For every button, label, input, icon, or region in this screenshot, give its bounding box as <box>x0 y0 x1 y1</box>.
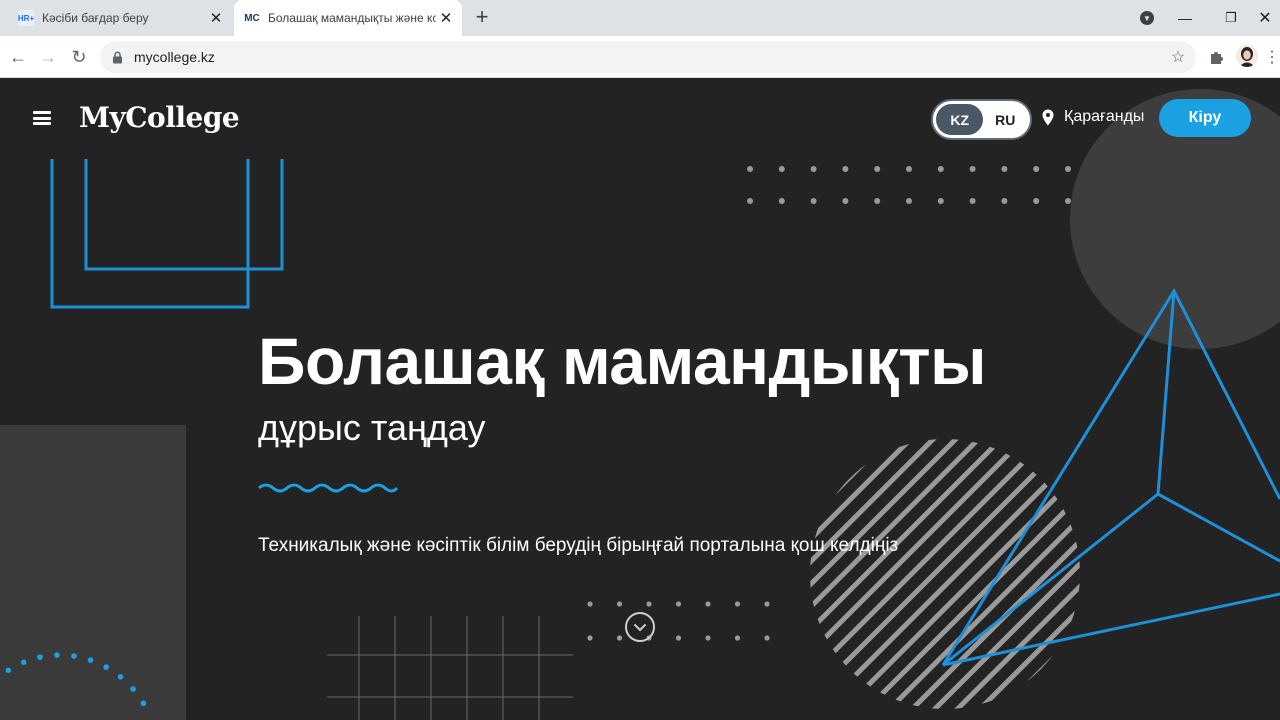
maximize-icon[interactable]: ❐ <box>1216 0 1246 36</box>
window-close-icon[interactable]: ✕ <box>1250 0 1280 36</box>
address-bar[interactable]: mycollege.kz ☆ <box>100 41 1196 73</box>
wave-divider <box>258 483 398 493</box>
hero-title: Болашақ мамандықты <box>258 324 987 398</box>
tab-mycollege[interactable]: MC Болашақ мамандықты және кол ✕ <box>234 0 462 36</box>
tab-search-button[interactable]: ▼ <box>1134 0 1160 36</box>
bookmark-star-icon[interactable]: ☆ <box>1166 47 1190 67</box>
welcome-text: Техникалық және кәсіптік білім берудің б… <box>258 535 899 556</box>
mc-favicon-icon: MC <box>244 12 260 24</box>
lang-kz-button[interactable]: KZ <box>936 104 984 135</box>
profile-avatar[interactable] <box>1236 45 1258 67</box>
menu-hamburger-icon[interactable] <box>33 109 51 127</box>
puzzle-icon[interactable] <box>1206 45 1228 69</box>
reload-icon[interactable]: ↻ <box>67 45 91 69</box>
chevron-down-icon <box>633 623 647 631</box>
scroll-down-button[interactable] <box>625 612 655 642</box>
language-switcher: KZ RU <box>931 99 1032 140</box>
mycollege-page: MyCollege KZ RU Қарағанды Кіру Болашақ м… <box>0 79 1280 720</box>
hr-favicon-icon: HR+ <box>18 10 34 26</box>
lang-ru-button[interactable]: RU <box>983 104 1027 135</box>
browser-toolbar: ← → ↻ mycollege.kz ☆ ⋮ <box>0 36 1280 78</box>
new-tab-icon[interactable]: + <box>470 6 494 30</box>
browser-menu-icon[interactable]: ⋮ <box>1264 45 1280 69</box>
tab-strip: HR+ Кәсіби бағдар беру ✕ MC Болашақ мама… <box>0 0 1280 36</box>
site-logo[interactable]: MyCollege <box>79 101 240 134</box>
login-button[interactable]: Кіру <box>1159 99 1251 137</box>
url-text[interactable]: mycollege.kz <box>134 49 1166 65</box>
tab-title: Болашақ мамандықты және кол <box>268 11 436 25</box>
back-arrow-icon[interactable]: ← <box>6 45 30 69</box>
city-selector[interactable]: Қарағанды <box>1042 106 1144 128</box>
forward-arrow-icon[interactable]: → <box>36 45 60 69</box>
hero-subtitle: дұрыс таңдау <box>258 407 486 448</box>
minimize-icon[interactable]: — <box>1170 0 1200 36</box>
chevron-down-icon: ▼ <box>1140 11 1154 25</box>
tab-close-icon[interactable]: ✕ <box>206 8 226 28</box>
tab-close-icon[interactable]: ✕ <box>436 8 456 28</box>
tab-title: Кәсіби бағдар беру <box>42 11 149 25</box>
location-pin-icon <box>1042 109 1054 125</box>
tab-career-guidance[interactable]: HR+ Кәсіби бағдар беру ✕ <box>8 0 232 36</box>
lock-icon[interactable] <box>112 50 124 64</box>
city-name: Қарағанды <box>1064 108 1145 125</box>
